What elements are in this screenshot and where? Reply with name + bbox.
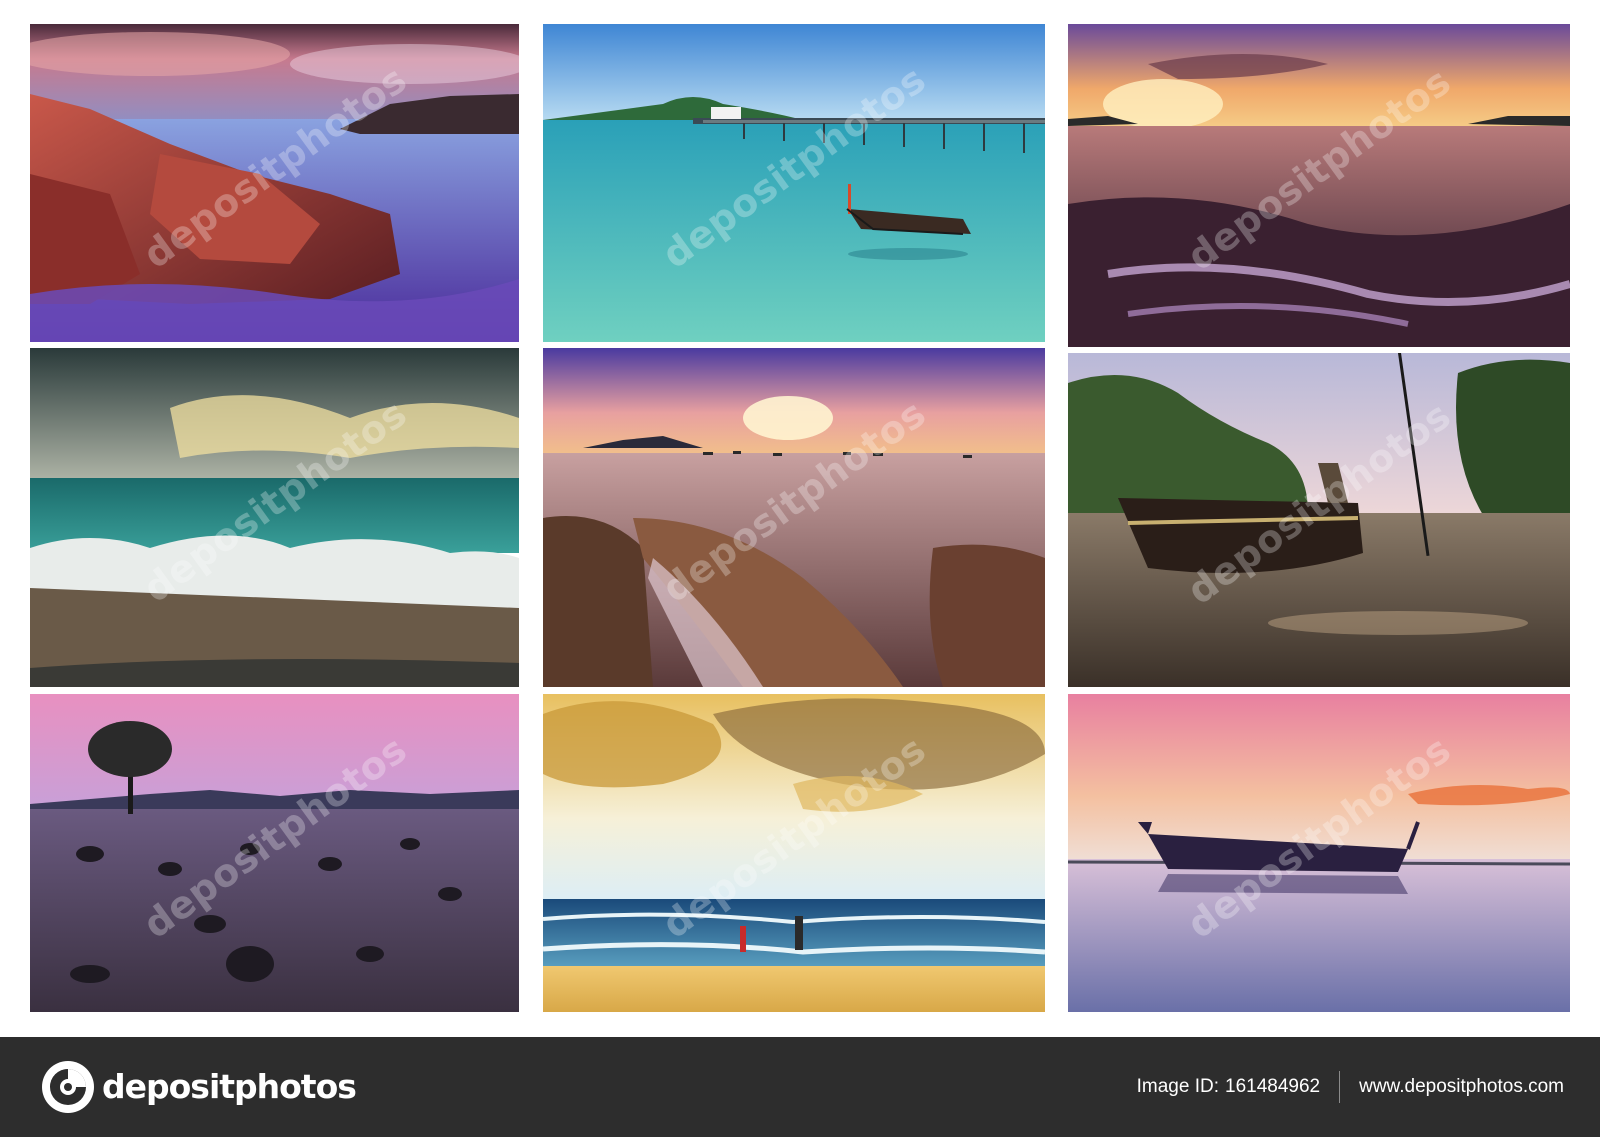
photo-image (1068, 24, 1570, 347)
image-meta: Image ID: 161484962 www.depositphotos.co… (1137, 1037, 1564, 1137)
image-id-value: 161484962 (1225, 1076, 1321, 1097)
photo-pier-longtail-boat: depositphotos (543, 24, 1045, 342)
photo-image (543, 24, 1045, 342)
depositphotos-logo[interactable]: depositphotos (40, 1059, 357, 1115)
photo-golden-sky-surf-people: depositphotos (543, 694, 1045, 1012)
photo-image (1068, 353, 1570, 687)
photo-sunset-rocky-shore: depositphotos (1068, 24, 1570, 347)
photo-boat-mangrove-sunset: depositphotos (1068, 353, 1570, 687)
photo-image (30, 24, 519, 342)
photo-lone-tree-rocky-beach: depositphotos (30, 694, 519, 1012)
photo-image (543, 694, 1045, 1012)
photo-storm-waves-beach: depositphotos (30, 348, 519, 687)
photo-image (30, 694, 519, 1012)
photo-boat-reflection-dusk: depositphotos (1068, 694, 1570, 1012)
photo-image (30, 348, 519, 687)
divider (1339, 1071, 1341, 1103)
photo-collage: depositphotos depositphotos depositphoto… (0, 0, 1600, 1037)
camera-aperture-icon (42, 1061, 94, 1113)
photo-image (543, 348, 1045, 687)
website-link[interactable]: www.depositphotos.com (1359, 1076, 1564, 1098)
brand-name: depositphotos (102, 1067, 357, 1106)
photo-sunset-rocks-boats: depositphotos (543, 348, 1045, 687)
image-id-label: Image ID: (1136, 1076, 1219, 1097)
photo-red-rocks-purple-sea: depositphotos (30, 24, 519, 342)
footer-bar: depositphotos Image ID: 161484962 www.de… (0, 1037, 1600, 1137)
photo-image (1068, 694, 1570, 1012)
